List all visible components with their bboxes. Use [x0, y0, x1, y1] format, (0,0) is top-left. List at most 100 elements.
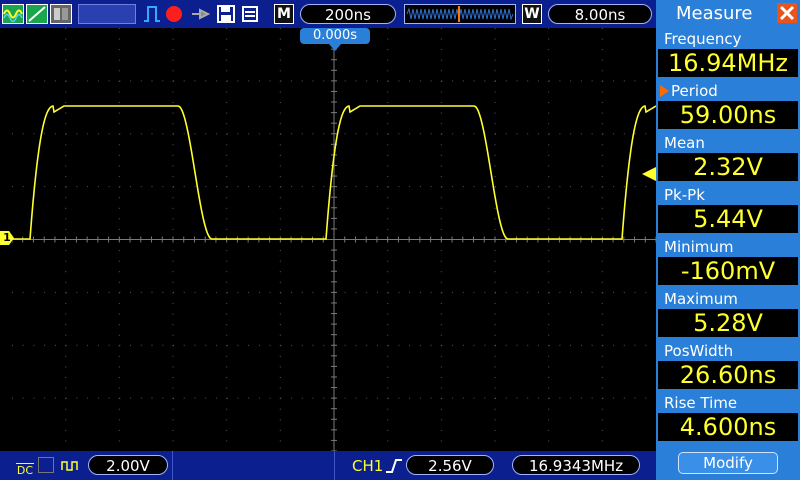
persistence-icon[interactable]	[50, 4, 72, 24]
measure-label-frequency[interactable]: Frequency	[664, 29, 794, 49]
stop-indicator-icon[interactable]	[166, 6, 182, 22]
graticule-dot	[172, 112, 174, 114]
window-mode-button[interactable]: W	[522, 4, 542, 24]
probe-icon[interactable]	[190, 6, 214, 22]
graticule-dot	[441, 291, 443, 293]
graticule-dot	[118, 250, 120, 252]
graticule-dot	[226, 271, 228, 273]
coupling-dc-label[interactable]: DC	[16, 456, 34, 476]
graticule-dot	[580, 291, 582, 293]
graticule-dot	[548, 334, 550, 336]
graticule-dot	[495, 397, 496, 399]
graticule-dot	[462, 344, 464, 346]
storage-icon[interactable]	[240, 4, 260, 24]
graticule-dot	[580, 344, 582, 346]
graticule-dot	[226, 165, 228, 167]
graticule-dot	[548, 102, 550, 103]
measure-label-minimum[interactable]: Minimum	[664, 237, 794, 257]
graticule-dot	[419, 344, 421, 346]
graticule-dot	[118, 334, 120, 336]
display-mode-box[interactable]	[78, 4, 136, 24]
graticule-dot	[65, 80, 67, 82]
memory-depth-bar[interactable]	[404, 4, 516, 24]
waveform-icon[interactable]	[2, 4, 24, 24]
measure-label-pk-pk[interactable]: Pk-Pk	[664, 185, 794, 205]
graticule-dot	[215, 80, 217, 82]
graticule-dot	[387, 165, 389, 167]
graticule-dot	[601, 355, 603, 357]
measure-label-poswidth[interactable]: PosWidth	[664, 341, 794, 361]
graticule-dot	[366, 80, 368, 82]
graticule-dot	[548, 91, 550, 93]
graticule-dot	[548, 324, 550, 326]
invert-icon[interactable]	[60, 456, 82, 474]
timebase-display[interactable]: 200ns	[300, 4, 396, 24]
graticule-dot	[118, 218, 120, 220]
trigger-position-marker[interactable]: 0.000s	[300, 28, 370, 44]
graticule-dot	[119, 80, 121, 82]
trigger-source-label[interactable]: CH1	[352, 456, 383, 476]
graticule-dot	[130, 186, 132, 188]
graticule-dot	[226, 313, 228, 315]
window-scale-display[interactable]: 8.00ns	[548, 4, 652, 24]
graticule-dot	[172, 324, 174, 326]
measure-label-mean[interactable]: Mean	[664, 133, 794, 153]
graticule-dot	[172, 197, 174, 199]
graticule-dot	[118, 228, 120, 230]
graticule-dot	[172, 59, 174, 61]
graticule-dot	[494, 387, 496, 389]
graticule-dot	[54, 80, 56, 82]
graticule-dot	[108, 80, 110, 82]
modify-button[interactable]: Modify	[678, 452, 778, 474]
bandwidth-limit-icon[interactable]	[38, 457, 54, 473]
graticule-dot	[645, 133, 647, 135]
graticule-dot	[151, 133, 153, 135]
graticule-dot	[258, 80, 260, 82]
graticule-dot	[248, 291, 250, 293]
graticule-dot	[269, 80, 271, 82]
save-disk-icon[interactable]	[216, 4, 236, 24]
graticule-dot	[602, 80, 604, 82]
graticule-dot	[65, 355, 67, 357]
graticule-dot	[376, 133, 378, 135]
graticule-dot	[140, 80, 142, 82]
graticule-dot	[291, 80, 293, 82]
trigger-level-display[interactable]: 2.56V	[406, 455, 494, 475]
pulse-trigger-icon[interactable]	[142, 4, 162, 24]
graticule-dot	[623, 133, 625, 135]
graticule-dot	[559, 397, 561, 399]
graticule-dot	[440, 260, 442, 262]
graticule-dot	[291, 186, 293, 188]
trigger-level-marker-icon[interactable]	[642, 167, 656, 181]
graticule-dot	[279, 165, 281, 167]
graticule-dot	[118, 197, 120, 199]
ch1-volts-per-div[interactable]: 2.00V	[88, 455, 168, 475]
graticule-dot	[440, 440, 442, 442]
graticule-dot	[601, 38, 603, 40]
graticule-dot	[484, 186, 486, 188]
measure-label-rise-time[interactable]: Rise Time	[664, 393, 794, 413]
graticule-dot	[65, 281, 67, 283]
graticule-dot	[505, 397, 507, 399]
graticule-dot	[226, 324, 228, 326]
graticule-dot	[65, 102, 67, 103]
ramp-icon[interactable]	[26, 4, 48, 24]
rising-edge-icon[interactable]	[384, 456, 404, 476]
waveform-display[interactable]	[12, 28, 656, 451]
graticule-dot	[226, 80, 228, 82]
graticule-dot	[613, 133, 615, 135]
graticule-dot	[601, 377, 603, 378]
measure-label-period[interactable]: Period	[660, 81, 794, 101]
graticule-dot	[194, 80, 196, 82]
graticule-dot	[172, 260, 174, 262]
graticule-dot	[494, 366, 496, 368]
graticule-dot	[65, 49, 67, 51]
measure-label-maximum[interactable]: Maximum	[664, 289, 794, 309]
graticule-dot	[237, 291, 239, 293]
graticule-dot	[22, 291, 24, 293]
close-icon[interactable]	[777, 3, 797, 23]
graticule-dot	[76, 186, 78, 188]
main-timebase-mode-button[interactable]: M	[274, 4, 294, 24]
graticule-dot	[452, 133, 454, 135]
graticule-dot	[387, 228, 389, 230]
